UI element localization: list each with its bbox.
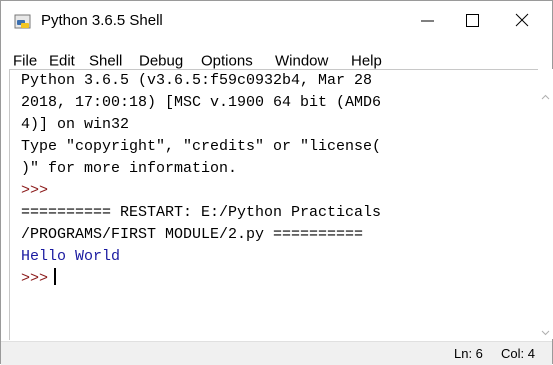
column-number: Col: 4 <box>501 346 535 361</box>
banner-line: Python 3.6.5 (v3.6.5:f59c0932b4, Mar 28 <box>21 72 373 89</box>
menu-help[interactable]: Help <box>351 53 382 70</box>
idle-shell-window: Python 3.6.5 Shell File Edit Shell Debug… <box>0 0 553 365</box>
shell-text-area[interactable]: Python 3.6.5 (v3.6.5:f59c0932b4, Mar 28 … <box>9 69 539 340</box>
menu-window[interactable]: Window <box>275 53 328 70</box>
python-idle-icon <box>14 14 31 29</box>
banner-line: )" for more information. <box>21 160 238 177</box>
status-bar: Ln: 6 Col: 4 <box>1 341 552 365</box>
restart-line: /PROGRAMS/FIRST MODULE/2.py ========== <box>21 226 364 243</box>
close-button[interactable] <box>496 1 548 41</box>
menu-file[interactable]: File <box>13 53 37 70</box>
menu-bar: File Edit Shell Debug Options Window Hel… <box>1 41 552 70</box>
shell-prompt: >>> <box>21 182 49 199</box>
banner-line: 2018, 17:00:18) [MSC v.1900 64 bit (AMD6 <box>21 94 382 111</box>
menu-options[interactable]: Options <box>201 53 253 70</box>
banner-line: Type "copyright", "credits" or "license( <box>21 138 382 155</box>
restart-line: ========== RESTART: E:/Python Practicals <box>21 204 382 221</box>
close-icon <box>515 13 529 27</box>
shell-prompt: >>> <box>21 270 49 287</box>
current-prompt-line[interactable]: >>> <box>21 268 57 290</box>
line-number: Ln: 6 <box>454 346 483 361</box>
scroll-up-icon[interactable] <box>540 92 551 103</box>
vertical-scrollbar[interactable] <box>538 69 553 339</box>
menu-debug[interactable]: Debug <box>139 53 183 70</box>
title-bar[interactable]: Python 3.6.5 Shell <box>1 1 552 41</box>
banner-line: 4)] on win32 <box>21 116 130 133</box>
text-cursor <box>54 268 57 285</box>
scroll-down-icon[interactable] <box>540 327 551 338</box>
maximize-icon <box>466 14 479 27</box>
maximize-button[interactable] <box>446 1 498 41</box>
menu-shell[interactable]: Shell <box>89 53 122 70</box>
menu-edit[interactable]: Edit <box>49 53 75 70</box>
program-output: Hello World <box>21 248 121 265</box>
window-title: Python 3.6.5 Shell <box>41 12 163 29</box>
